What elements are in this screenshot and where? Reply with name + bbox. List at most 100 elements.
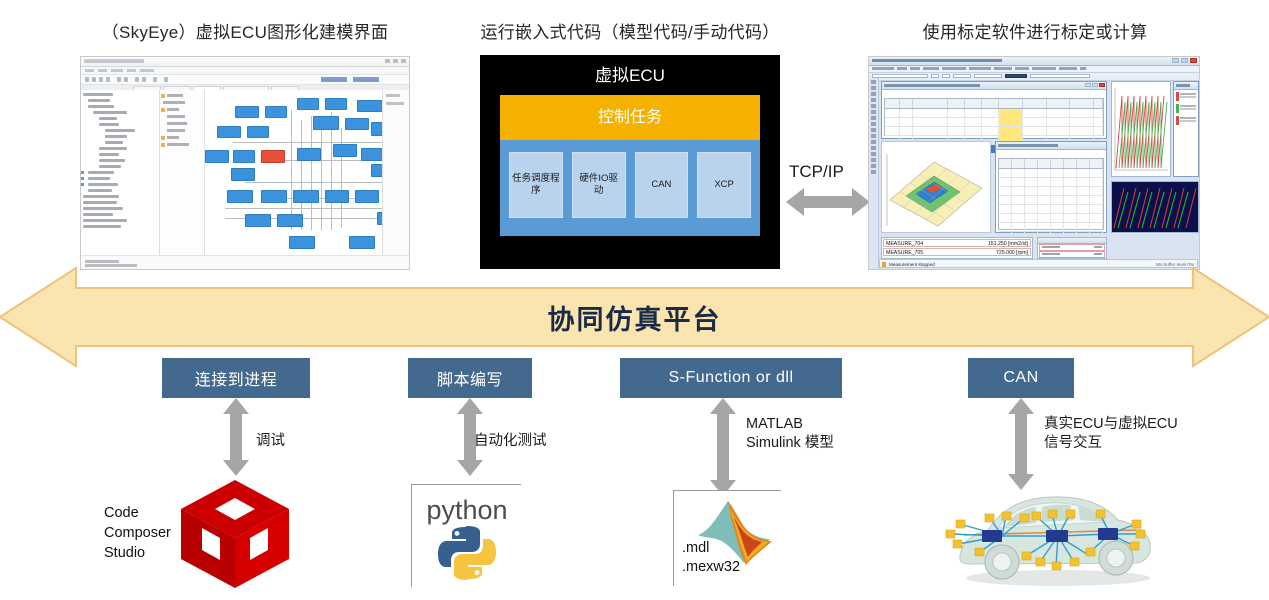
calibration-software-screenshot[interactable]: MEASURE_704 151.250 [mm2/st] MEASURE_705… [868,56,1200,270]
legend-color-swatch [1176,104,1179,113]
diagram-node[interactable] [333,144,357,157]
ide-window-buttons[interactable] [385,59,406,63]
table-row[interactable] [999,214,1103,223]
banner-title: 协同仿真平台 [547,304,722,335]
ecu-module-scheduler: 任务调度程序 [509,152,563,218]
caption-center: 运行嵌入式代码（模型代码/手动代码） [480,23,780,42]
ide-titlebar [81,57,409,67]
measure-name: MEASURE_704 [886,241,924,247]
map-value-table[interactable] [998,158,1104,241]
double-arrow-horizontal-icon [786,186,870,218]
calibration-side-toolbar[interactable] [869,78,879,269]
ide-workspace [81,90,409,255]
map-table-titlebar [996,142,1106,150]
table-row[interactable] [999,223,1103,232]
note-real-vs-virtual-ecu-signal: 真实ECU与虚拟ECU 信号交互 [1044,416,1178,451]
calibration-menubar[interactable] [869,66,1199,73]
python-logo-box: python [411,484,522,588]
table-row[interactable] [885,118,1103,127]
virtual-ecu-title: 虚拟ECU [595,66,665,85]
table-row[interactable] [999,205,1103,214]
signal-legend-panel[interactable] [1173,81,1199,177]
diagram-node[interactable] [289,236,315,249]
car-network-icon [940,478,1170,590]
surface-map-plot[interactable] [881,141,991,233]
matlab-membrane-icon: .mdl .mexw32 [674,491,782,587]
diagram-node[interactable] [217,126,241,138]
ide-block-diagram-canvas[interactable] [205,90,382,255]
calibration-scenario-editor-window[interactable] [881,81,1107,154]
diagram-node[interactable] [371,164,382,177]
bottom-box-can[interactable]: CAN [968,358,1074,398]
diagram-node[interactable] [345,118,369,130]
ide-palette[interactable] [160,90,205,255]
measure-value: 151.250 [mm2/st] [987,241,1028,247]
slide-canvas: （SkyEye）虚拟ECU图形化建模界面 运行嵌入式代码（模型代码/手动代码） … [0,0,1269,600]
measure-value: 725.000 [rpm] [995,250,1028,256]
bottom-box-s-function-or-dll[interactable]: S-Function or dll [620,358,842,398]
measure-row [1039,251,1105,258]
caption-left: （SkyEye）虚拟ECU图形化建模界面 [101,23,389,42]
code-composer-studio-cube-icon [176,476,294,592]
bottom-box-script-authoring[interactable]: 脚本编写 [408,358,532,398]
diagram-node[interactable] [371,122,382,136]
diagram-node[interactable] [277,214,303,227]
measure-window-main[interactable]: MEASURE_704 151.250 [mm2/st] MEASURE_705… [881,237,1033,259]
table-row[interactable] [885,127,1103,136]
ecu-module-hwio-driver: 硬件IO驱动 [571,152,626,218]
virtual-ecu-panel: 虚拟ECU 控制任务 任务调度程序 硬件IO驱动 CAN XCP [480,55,780,269]
ide-title-text [84,59,144,63]
measure-row: MEASURE_704 151.250 [mm2/st] [883,239,1031,247]
calibration-window-buttons[interactable] [1172,58,1197,63]
table-row[interactable] [999,196,1103,205]
diagram-node[interactable] [297,98,319,110]
matlab-file-box: .mdl .mexw32 [673,490,782,587]
measure-name: MEASURE_705 [886,250,924,256]
diagram-node[interactable] [205,150,229,163]
control-task-band: 控制任务 [500,95,760,140]
measurement-oscilloscope[interactable] [1111,181,1199,233]
diagram-node[interactable] [297,148,321,161]
calibration-map-table-window[interactable] [995,141,1107,241]
diagram-node[interactable] [231,168,255,181]
table-row[interactable] [999,187,1103,196]
diagram-node[interactable] [245,214,271,227]
skyeye-modeling-screenshot[interactable] [80,56,410,270]
measure-window-secondary[interactable] [1037,237,1107,259]
diagram-node[interactable] [235,106,259,118]
caption-right: 使用标定软件进行标定或计算 [922,23,1148,42]
calibration-toolbar[interactable] [869,73,1199,81]
table-row[interactable] [999,178,1103,187]
diagram-node-highlighted[interactable] [261,150,285,163]
diagram-node[interactable] [361,148,382,161]
diagram-node[interactable] [313,116,339,130]
table-row[interactable] [885,109,1103,118]
diagram-node[interactable] [293,190,319,203]
signal-trace-chart-light[interactable] [1111,81,1171,177]
matlab-file-extensions: .mdl .mexw32 [682,540,741,575]
ide-project-tree[interactable] [81,90,160,255]
diagram-node[interactable] [261,190,287,203]
scenario-editor-table[interactable] [884,98,1104,154]
bottom-box-connect-to-process[interactable]: 连接到进程 [162,358,310,398]
diagram-node[interactable] [349,236,375,249]
double-arrow-vertical-icon-1 [222,398,250,476]
scenario-editor-window-buttons[interactable] [1085,83,1105,87]
diagram-node[interactable] [355,190,379,203]
diagram-node[interactable] [325,190,349,203]
scenario-editor-titlebar [882,82,1106,90]
diagram-node[interactable] [233,150,255,163]
diagram-node[interactable] [227,190,253,203]
legend-titlebar [1174,82,1198,90]
note-matlab-simulink-model: MATLAB Simulink 模型 [746,416,834,451]
diagram-node[interactable] [325,98,347,110]
table-row[interactable] [999,169,1103,178]
diagram-node[interactable] [265,106,287,118]
tcpip-label: TCP/IP [789,162,844,181]
diagram-node[interactable] [357,100,382,112]
diagram-node[interactable] [247,126,269,138]
ide-toolbar[interactable] [81,75,409,85]
ide-outline-panel[interactable] [382,90,409,255]
ecu-module-can: CAN [634,152,689,218]
ide-menubar[interactable] [81,67,409,75]
